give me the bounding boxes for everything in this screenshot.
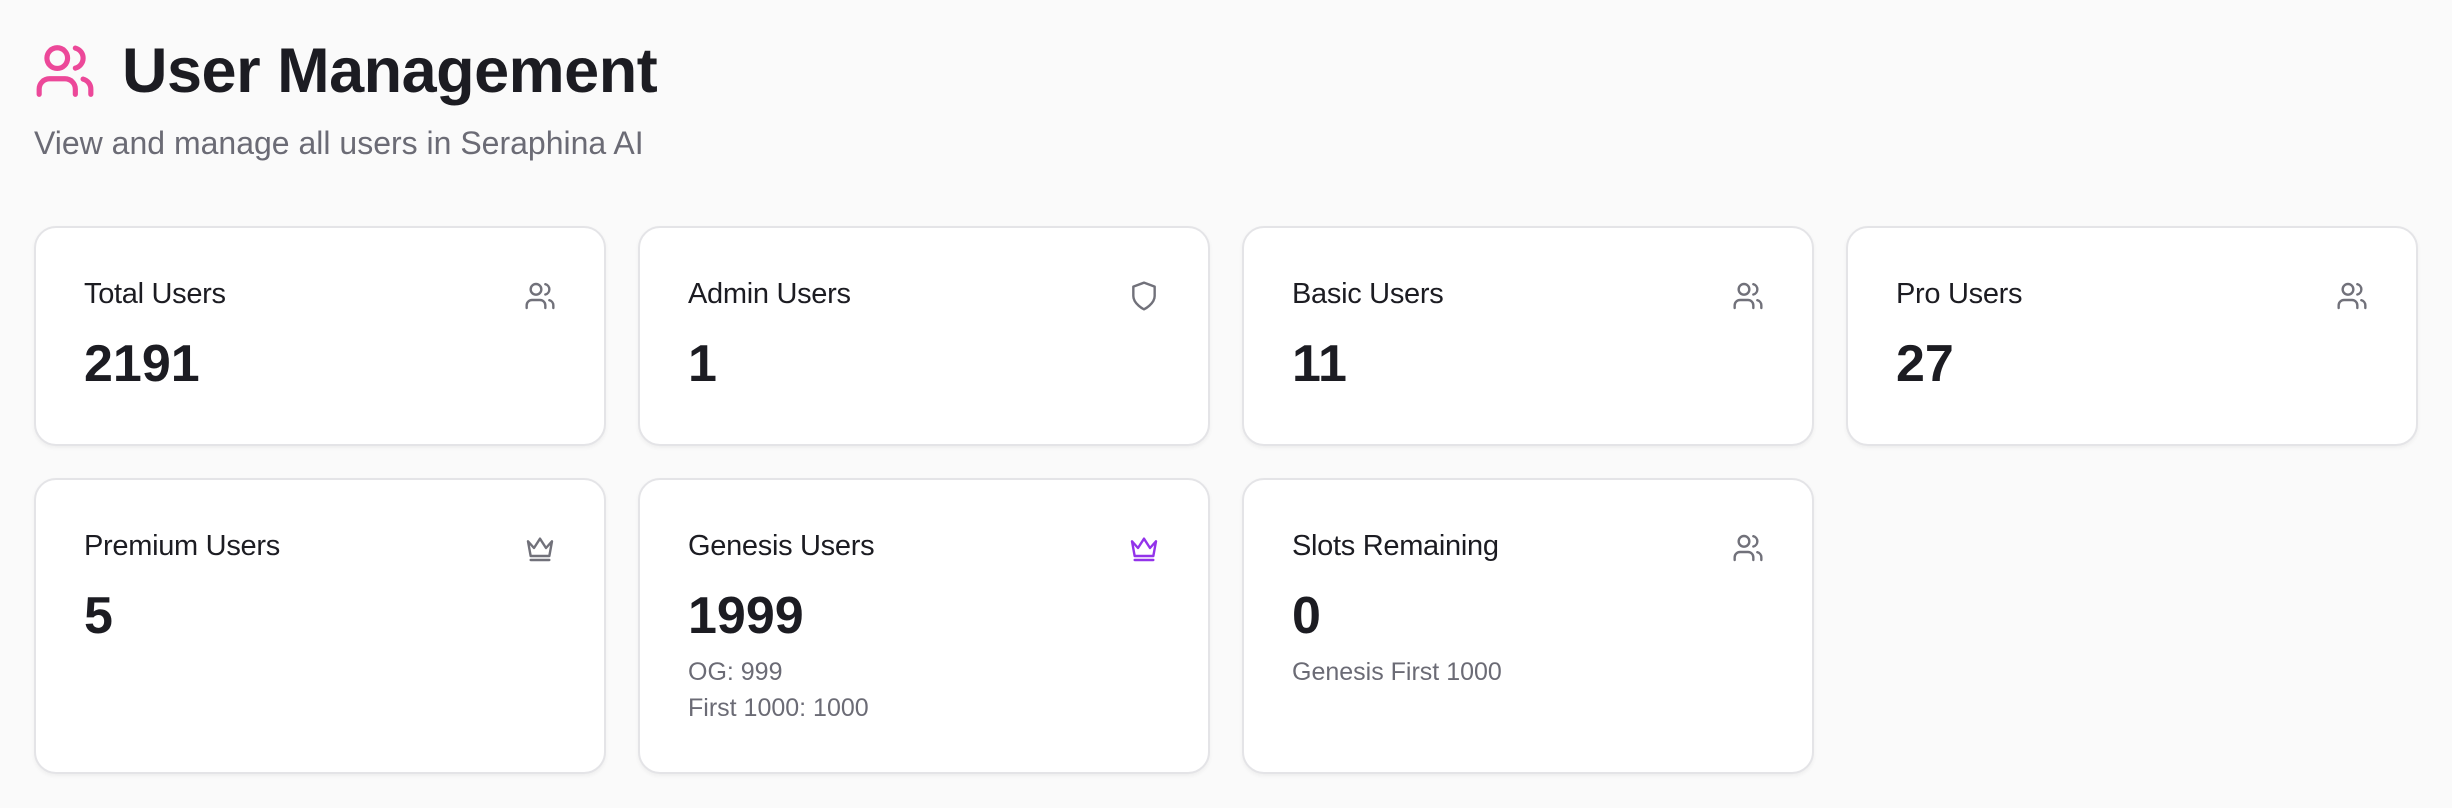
stat-note-first-1000: First 1000: 1000 (688, 694, 869, 722)
stat-label: Pro Users (1896, 278, 2023, 310)
stat-value: 1 (688, 335, 717, 393)
stat-label: Genesis Users (688, 530, 875, 562)
stat-label: Total Users (84, 278, 226, 310)
stat-card-admin-users: Admin Users 1 (638, 226, 1210, 446)
users-icon (34, 40, 96, 102)
page-title: User Management (122, 35, 658, 106)
stat-label: Slots Remaining (1292, 530, 1499, 562)
stat-label: Admin Users (688, 278, 851, 310)
stat-label: Premium Users (84, 530, 280, 562)
stat-card-total-users: Total Users 2191 (34, 226, 606, 446)
stat-card-basic-users: Basic Users 11 (1242, 226, 1814, 446)
stat-card-premium-users: Premium Users 5 (34, 478, 606, 774)
stat-note-genesis: Genesis First 1000 (1292, 658, 1502, 686)
users-icon (2336, 280, 2368, 312)
stat-card-slots-remaining: Slots Remaining 0 Genesis First 1000 (1242, 478, 1814, 774)
page-subtitle: View and manage all users in Seraphina A… (34, 125, 644, 161)
page-header: User Management View and manage all user… (34, 30, 658, 162)
stat-label: Basic Users (1292, 278, 1444, 310)
stat-value: 1999 (688, 587, 804, 645)
stat-card-pro-users: Pro Users 27 (1846, 226, 2418, 446)
stat-value: 5 (84, 587, 113, 645)
stat-value: 2191 (84, 335, 200, 393)
crown-icon (524, 532, 556, 564)
users-icon (524, 280, 556, 312)
stat-card-genesis-users: Genesis Users 1999 OG: 999 First 1000: 1… (638, 478, 1210, 774)
stat-note-og: OG: 999 (688, 658, 783, 686)
title-row: User Management (34, 30, 658, 112)
stat-value: 27 (1896, 335, 1954, 393)
crown-icon (1128, 532, 1160, 564)
shield-icon (1128, 280, 1160, 312)
users-icon (1732, 280, 1764, 312)
stat-value: 0 (1292, 587, 1321, 645)
stat-value: 11 (1292, 335, 1347, 393)
users-icon (1732, 532, 1764, 564)
